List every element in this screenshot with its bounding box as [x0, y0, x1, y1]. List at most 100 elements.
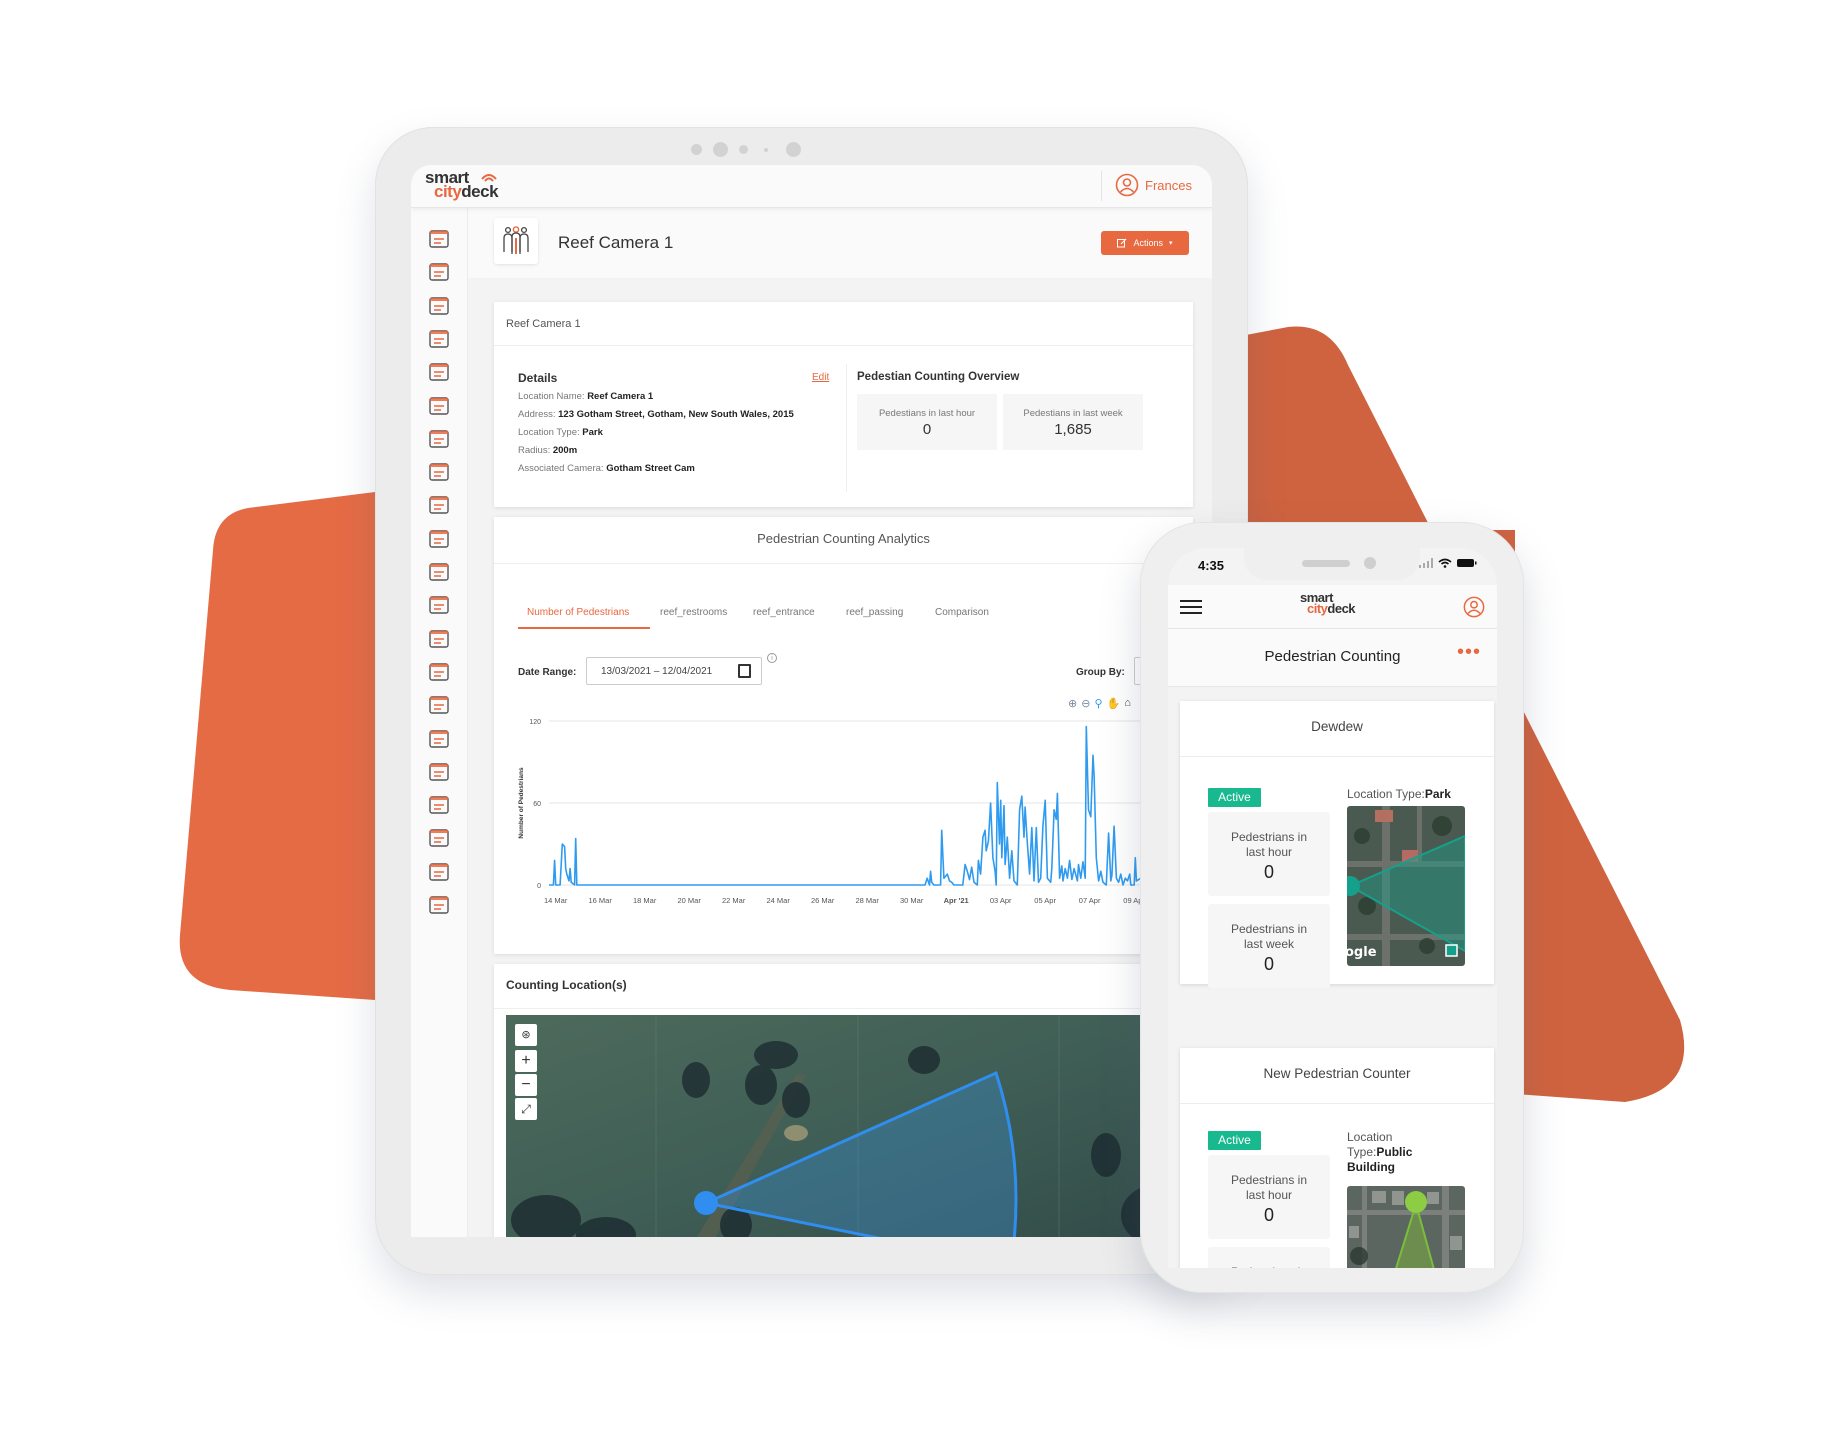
location-radius-icon[interactable] [425, 758, 453, 786]
stat-last-hour: Pedestrians in last hour 0 [1208, 812, 1330, 896]
phone-notch [1244, 548, 1420, 580]
detail-address: Address: 123 Gotham Street, Gotham, New … [518, 409, 794, 420]
status-badge: Active [1208, 1131, 1261, 1150]
map-imagery [1347, 1186, 1465, 1268]
satellite-map[interactable]: ⊛ + − ⤢ [506, 1015, 1193, 1237]
more-options-icon[interactable]: ••• [1457, 641, 1481, 664]
user-avatar-icon [1115, 173, 1139, 197]
detail-value: 123 Gotham Street, Gotham, New South Wal… [558, 409, 794, 420]
x-tick-label: 20 Mar [677, 896, 701, 905]
counter-card-new-pedestrian-counter[interactable]: New Pedestrian Counter Active Pedestrian… [1180, 1048, 1494, 1268]
settings-gears-icon[interactable] [425, 891, 453, 919]
tablet-screen: smart citydeck Frances Reef Camera 1 Act… [411, 165, 1212, 1237]
x-tick-label: Apr '21 [944, 896, 969, 905]
detail-label: Associated Camera: [518, 463, 604, 474]
actions-button[interactable]: Actions ▾ [1101, 231, 1189, 255]
smart-bin-icon[interactable] [425, 325, 453, 353]
details-card: Reef Camera 1 Details Edit Location Name… [494, 302, 1193, 507]
calendar-icon[interactable] [738, 664, 751, 678]
vertical-divider [846, 364, 847, 492]
pedestrian-counting-icon[interactable] [425, 358, 453, 386]
location-map-thumbnail[interactable]: ogle [1347, 806, 1465, 966]
weather-icon[interactable] [425, 425, 453, 453]
detail-label: Radius: [518, 445, 551, 456]
x-tick-label: 07 Apr [1079, 896, 1101, 905]
edit-link[interactable]: Edit [812, 372, 829, 383]
map-layers-button[interactable]: ⊛ [515, 1024, 537, 1046]
x-tick-label: 28 Mar [855, 896, 879, 905]
x-tick-label: 24 Mar [766, 896, 790, 905]
thermometer-icon[interactable] [425, 625, 453, 653]
phone-title-bar: Pedestrian Counting ••• [1168, 629, 1497, 687]
tab-number-of-pedestrians[interactable]: Number of Pedestrians [527, 607, 629, 618]
map-zoom-out-button[interactable]: − [515, 1074, 537, 1096]
tab-comparison[interactable]: Comparison [935, 607, 989, 618]
dashboard-icon[interactable] [425, 225, 453, 253]
battery-icon [1457, 559, 1477, 567]
divider [494, 345, 1193, 346]
header-divider [1101, 171, 1102, 201]
detail-radius: Radius: 200m [518, 445, 577, 456]
phone-app-header: smart citydeck [1168, 585, 1497, 629]
logo-text-deck: deck [1327, 600, 1356, 616]
location-type-value: Park [1424, 787, 1451, 801]
tab-reef-entrance[interactable]: reef_entrance [753, 607, 815, 618]
traffic-car-icon[interactable] [425, 791, 453, 819]
fire-icon[interactable] [425, 558, 453, 586]
detail-label: Address: [518, 409, 556, 420]
divider [1180, 1103, 1494, 1104]
smartcitydeck-logo[interactable]: smart citydeck [425, 169, 499, 201]
stat-last-week: Pedestrians in last week 0 [1208, 904, 1330, 988]
map-attribution: ogle [1347, 945, 1377, 960]
y-axis-label: Number of Pedestrians [518, 767, 525, 839]
parking-sensor-icon[interactable] [425, 491, 453, 519]
logo-text-deck: deck [461, 181, 499, 201]
detail-location-type: Location Type: Park [518, 427, 603, 438]
user-name: Frances [1145, 177, 1192, 193]
y-tick-label: 0 [537, 883, 541, 890]
stat-last-week: Pedestians in last week 1,685 [1003, 394, 1143, 450]
connected-car-icon[interactable] [425, 258, 453, 286]
group-by-label: Group By: [1076, 667, 1125, 678]
plant-irrigation-icon[interactable] [425, 858, 453, 886]
date-range-input[interactable]: 13/03/2021 – 12/04/2021 [586, 657, 762, 685]
x-tick-label: 18 Mar [633, 896, 657, 905]
wifi-signal-icon [481, 174, 497, 182]
map-zoom-in-button[interactable]: + [515, 1050, 537, 1072]
user-menu[interactable]: Frances [1115, 173, 1192, 197]
map-fullscreen-button[interactable]: ⤢ [515, 1098, 537, 1120]
wifi-icon [1438, 558, 1452, 568]
stat-label: Pedestians in last week [1023, 408, 1123, 419]
counter-name: Dewdew [1311, 719, 1363, 734]
analytics-title: Pedestrian Counting Analytics [757, 531, 930, 546]
toilet-icon[interactable] [425, 292, 453, 320]
hamburger-menu-icon[interactable] [1180, 600, 1202, 614]
info-icon[interactable]: i [767, 653, 777, 663]
user-avatar-icon[interactable] [1463, 596, 1485, 618]
main-content: Reef Camera 1 Actions ▾ Reef Camera 1 De… [468, 208, 1212, 1237]
water-quality-icon[interactable] [425, 591, 453, 619]
detail-value: 200m [552, 445, 578, 456]
x-tick-label: 30 Mar [900, 896, 924, 905]
uv-sun-icon[interactable] [425, 658, 453, 686]
location-map-thumbnail[interactable] [1347, 1186, 1465, 1268]
phone-device: 4:35 smart citydeck Pedestrian Counting … [1140, 522, 1524, 1293]
pipe-leak-icon[interactable] [425, 691, 453, 719]
detail-value: Park [582, 427, 603, 438]
tab-reef-restrooms[interactable]: reef_restrooms [660, 607, 727, 618]
smartcitydeck-logo[interactable]: smart citydeck [1300, 591, 1356, 616]
environment-shield-icon[interactable] [425, 458, 453, 486]
active-tab-indicator [518, 627, 650, 629]
cctv-camera-icon[interactable] [425, 392, 453, 420]
tab-reef-passing[interactable]: reef_passing [846, 607, 903, 618]
display-board-icon[interactable] [425, 725, 453, 753]
counter-card-dewdew[interactable]: Dewdew Active Pedestrians in last hour 0… [1180, 701, 1494, 988]
bbq-icon[interactable] [425, 824, 453, 852]
water-drops-icon[interactable] [425, 525, 453, 553]
app-header: smart citydeck Frances [411, 165, 1212, 208]
stat-value: 0 [1263, 1205, 1274, 1225]
page-title: Reef Camera 1 [558, 233, 674, 252]
edit-icon [1117, 238, 1127, 248]
tablet-sensor [739, 145, 748, 154]
card-header: Reef Camera 1 [506, 318, 581, 330]
